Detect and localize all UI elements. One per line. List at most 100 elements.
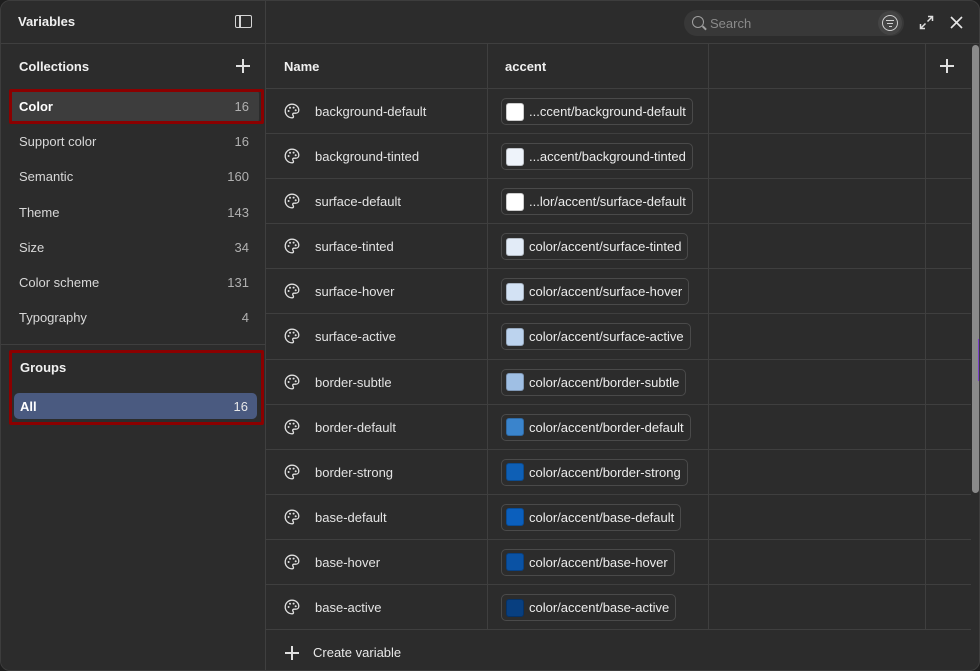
variable-value-chip[interactable]: color/accent/surface-active [501, 323, 691, 351]
collection-count: 143 [227, 204, 249, 220]
create-variable-label: Create variable [313, 645, 402, 660]
variable-value-chip[interactable]: color/accent/border-subtle [501, 368, 687, 396]
topbar [266, 1, 979, 44]
variable-value-chip[interactable]: color/accent/border-strong [501, 458, 688, 486]
variable-value: ...ccent/background-default [529, 104, 686, 119]
column-header-name[interactable]: Name [284, 59, 319, 74]
collection-count: 16 [234, 134, 249, 150]
collection-label: Size [19, 239, 45, 255]
variable-name[interactable]: border-subtle [315, 375, 392, 390]
collection-count: 34 [234, 239, 249, 255]
table-row[interactable]: surface-default ...lor/accent/surface-def… [266, 179, 971, 225]
variable-value: color/accent/border-subtle [529, 374, 680, 390]
variable-value: color/accent/border-strong [529, 464, 681, 480]
close-icon[interactable] [949, 15, 964, 30]
table-row[interactable]: surface-active color/accent/surface-activ… [266, 314, 971, 360]
palette-icon [284, 193, 300, 209]
collection-label: Typography [19, 310, 87, 326]
variable-name[interactable]: base-active [315, 600, 381, 615]
sidebar: Variables Collections Color 16 Support col… [1, 1, 266, 670]
group-count: 16 [233, 398, 248, 414]
variable-name[interactable]: base-hover [315, 555, 380, 570]
color-swatch [506, 282, 524, 301]
color-swatch [506, 147, 524, 166]
color-swatch [506, 553, 524, 572]
palette-icon [284, 419, 300, 435]
variable-value-chip[interactable]: color/accent/surface-tinted [501, 233, 689, 261]
palette-icon [284, 509, 300, 525]
variable-value-chip[interactable]: ...accent/background-tinted [501, 143, 693, 171]
table-row[interactable]: base-hover color/accent/base-hover [266, 540, 971, 586]
add-collection-icon[interactable] [236, 59, 250, 73]
palette-icon [284, 283, 300, 299]
collection-item[interactable]: Color 16 [9, 89, 259, 125]
variable-value: color/accent/surface-hover [529, 284, 683, 300]
variable-value-chip[interactable]: color/accent/base-active [501, 594, 677, 622]
group-label: All [20, 398, 37, 414]
table-row[interactable]: background-tinted ...accent/background-ti… [266, 134, 971, 180]
palette-icon [284, 328, 300, 344]
variable-name[interactable]: base-default [315, 510, 387, 525]
variable-name[interactable]: border-default [315, 420, 396, 435]
table-row[interactable]: surface-tinted color/accent/surface-tinte… [266, 224, 971, 270]
variable-value-chip[interactable]: ...lor/accent/surface-default [501, 188, 693, 216]
search-box[interactable] [684, 10, 904, 36]
column-header-accent[interactable]: accent [505, 59, 546, 74]
color-swatch [506, 102, 524, 121]
variable-value-chip[interactable]: color/accent/surface-hover [501, 278, 690, 306]
collection-count: 131 [227, 275, 249, 291]
color-swatch [506, 598, 524, 617]
variable-name[interactable]: border-strong [315, 465, 393, 480]
group-item-all[interactable]: All 16 [14, 393, 257, 419]
variable-name[interactable]: surface-active [315, 329, 396, 344]
table-row[interactable]: surface-hover color/accent/surface-hover [266, 269, 971, 315]
variable-value: color/accent/border-default [529, 419, 684, 435]
variable-name[interactable]: surface-tinted [315, 239, 394, 254]
collection-item[interactable]: Theme 143 [9, 195, 259, 230]
table-row[interactable]: base-default color/accent/base-default [266, 495, 971, 540]
search-input[interactable] [710, 14, 870, 32]
create-variable-button[interactable]: Create variable [266, 629, 971, 670]
collection-item[interactable]: Size 34 [9, 230, 259, 265]
variable-name[interactable]: surface-default [315, 194, 401, 209]
palette-icon [284, 554, 300, 570]
table-header: Name accent [266, 44, 971, 89]
collection-label: Color scheme [19, 275, 100, 291]
variable-name[interactable]: background-tinted [315, 149, 419, 164]
collection-item[interactable]: Color scheme 131 [9, 265, 259, 300]
variable-name[interactable]: surface-hover [315, 284, 394, 299]
collection-item[interactable]: Semantic 160 [9, 159, 259, 194]
variable-name[interactable]: background-default [315, 104, 426, 119]
search-icon [692, 16, 704, 28]
collection-item[interactable]: Support color 16 [9, 124, 259, 159]
color-swatch [506, 373, 524, 392]
collection-label: Semantic [19, 169, 74, 185]
palette-icon [284, 599, 300, 615]
expand-icon[interactable] [919, 15, 934, 30]
table-row[interactable]: border-strong color/accent/border-strong [266, 450, 971, 495]
sidebar-toggle-icon[interactable] [235, 15, 252, 28]
collection-count: 16 [234, 99, 249, 115]
color-swatch [506, 418, 524, 437]
variable-value-chip[interactable]: color/accent/base-hover [501, 548, 675, 576]
collection-item[interactable]: Typography 4 [9, 300, 259, 335]
variable-value-chip[interactable]: color/accent/base-default [501, 503, 682, 531]
filter-button[interactable] [878, 11, 902, 35]
variable-value-chip[interactable]: color/accent/border-default [501, 413, 691, 441]
collection-list: Color 16 Support color 16 Semantic 160 Theme 14… [9, 89, 259, 335]
sidebar-header: Variables [1, 1, 266, 44]
variable-value: color/accent/surface-tinted [529, 239, 682, 255]
table-row[interactable]: background-default ...ccent/background-de… [266, 89, 971, 135]
table-row[interactable]: border-subtle color/accent/border-subtle [266, 360, 971, 405]
add-mode-icon[interactable] [940, 59, 954, 73]
table-row[interactable]: border-default color/accent/border-defaul… [266, 405, 971, 450]
collection-label: Theme [19, 204, 60, 220]
variables-window: Variables Collections Color 16 Support col… [0, 0, 980, 671]
palette-icon [284, 464, 300, 480]
table-row[interactable]: base-active color/accent/base-active [266, 585, 971, 631]
color-swatch [506, 463, 524, 482]
color-swatch [506, 327, 524, 346]
scrollbar[interactable] [972, 45, 979, 493]
color-swatch [506, 237, 524, 256]
variable-value-chip[interactable]: ...ccent/background-default [501, 98, 693, 125]
